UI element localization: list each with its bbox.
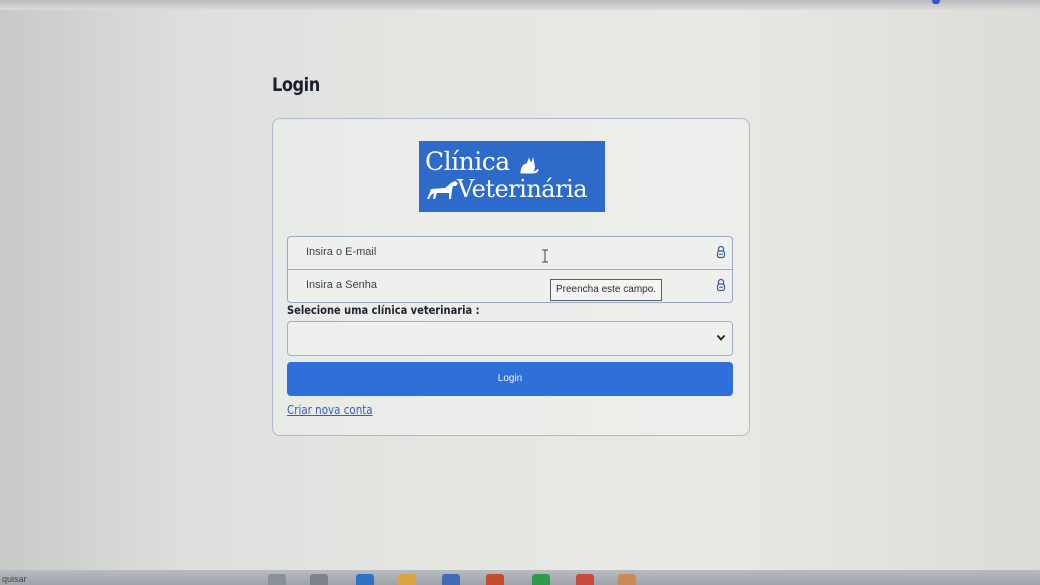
- page-title: Login: [272, 74, 320, 96]
- taskbar-search[interactable]: quisar: [2, 574, 27, 584]
- spotify-icon[interactable]: [532, 574, 550, 585]
- password-field[interactable]: [287, 269, 733, 303]
- folder-icon[interactable]: [398, 574, 416, 585]
- task-view-icon[interactable]: [310, 574, 328, 585]
- logo-line2: Veterinária: [457, 175, 588, 203]
- chrome-icon[interactable]: [576, 574, 594, 585]
- lock-icon: [716, 245, 726, 259]
- clinic-select[interactable]: [287, 321, 733, 356]
- lock-icon: [716, 278, 726, 292]
- logo-line1: Clínica: [425, 147, 510, 176]
- create-account-link[interactable]: Criar nova conta: [287, 403, 373, 417]
- email-field[interactable]: [287, 236, 733, 270]
- text-cursor-icon: [542, 249, 548, 263]
- taskbar: quisar: [0, 570, 1040, 585]
- extension-icon[interactable]: [932, 0, 940, 4]
- browser-top-strip: [0, 0, 1040, 10]
- app-icon[interactable]: [618, 574, 636, 585]
- clinic-select-label: Selecione uma clínica veterinaria :: [287, 303, 480, 317]
- login-button[interactable]: Login: [287, 362, 733, 396]
- vscode-icon[interactable]: [356, 574, 374, 585]
- dog-icon: [427, 181, 458, 199]
- validation-tooltip: Preencha este campo.: [550, 279, 663, 301]
- email-input[interactable]: [304, 245, 708, 259]
- cat-icon: [520, 157, 539, 174]
- search-icon[interactable]: [268, 574, 286, 585]
- app-icon[interactable]: [442, 574, 460, 585]
- login-card: Clínica Veterinária Preencha este campo.…: [272, 118, 750, 436]
- office-icon[interactable]: [486, 574, 504, 585]
- chevron-down-icon: [716, 334, 726, 341]
- clinic-logo: Clínica Veterinária: [419, 141, 605, 212]
